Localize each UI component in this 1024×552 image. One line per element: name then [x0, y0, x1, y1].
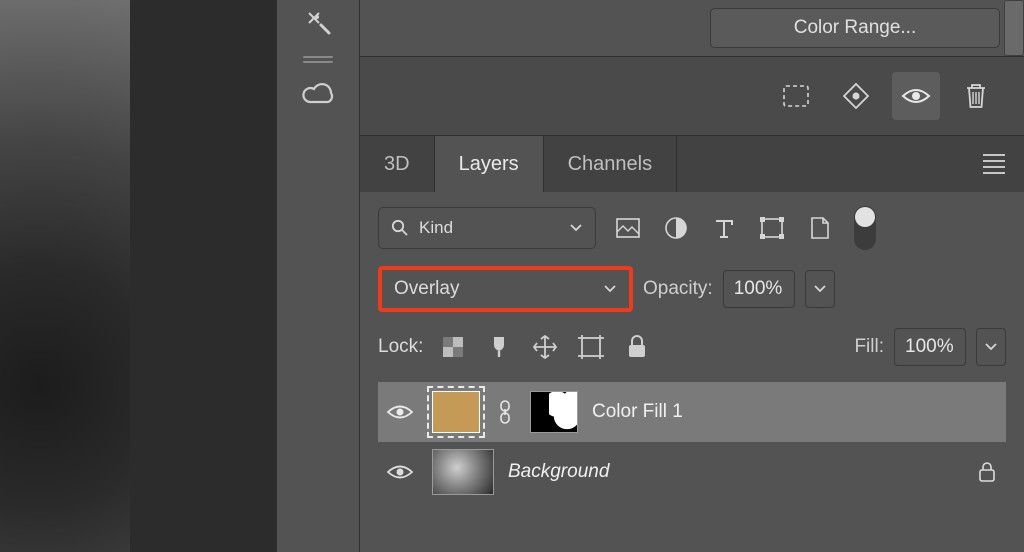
scrollbar-stub[interactable]	[1004, 0, 1024, 56]
layer-visibility-toggle[interactable]	[382, 403, 418, 421]
chevron-down-icon	[603, 284, 617, 294]
filter-pixel-icon[interactable]	[614, 214, 642, 242]
opacity-label: Opacity:	[643, 278, 713, 300]
marquee-selection-icon[interactable]	[772, 72, 820, 120]
panel-tabs: 3D Layers Channels	[360, 136, 1024, 192]
mask-diamond-icon[interactable]	[832, 72, 880, 120]
fill-value-input[interactable]: 100%	[894, 328, 966, 366]
fill-stepper[interactable]	[976, 328, 1006, 366]
right-panel-region: Color Range... 3D Layers Channels Kin	[360, 0, 1024, 552]
filter-smartobject-icon[interactable]	[806, 214, 834, 242]
lock-paint-icon[interactable]	[485, 333, 513, 361]
tab-layers[interactable]: Layers	[435, 136, 544, 192]
tab-3d-label: 3D	[384, 153, 410, 176]
layer-name[interactable]: Background	[508, 461, 609, 483]
lock-row: Lock: Fill: 1	[378, 328, 1006, 366]
link-mask-icon[interactable]	[494, 400, 516, 424]
tools-panel-icon[interactable]	[289, 2, 347, 42]
tab-3d[interactable]: 3D	[360, 136, 435, 192]
lock-icons	[439, 333, 651, 361]
layer-row-color-fill[interactable]: Color Fill 1	[378, 382, 1006, 442]
filter-kind-label: Kind	[419, 218, 453, 238]
filter-type-icon[interactable]	[710, 214, 738, 242]
panel-flyout-menu[interactable]	[974, 136, 1014, 192]
panel-grip[interactable]	[303, 52, 333, 66]
canvas-pasteboard	[130, 0, 276, 552]
tab-channels-label: Channels	[568, 153, 653, 176]
background-lock-icon[interactable]	[972, 461, 1002, 483]
lock-all-icon[interactable]	[623, 333, 651, 361]
chevron-down-icon	[569, 223, 583, 233]
tab-channels[interactable]: Channels	[544, 136, 678, 192]
color-range-label: Color Range...	[794, 17, 917, 39]
blend-mode-row: Overlay Opacity: 100%	[378, 266, 1006, 312]
opacity-value-input[interactable]: 100%	[723, 270, 795, 308]
visibility-eye-icon[interactable]	[892, 72, 940, 120]
lock-label: Lock:	[378, 336, 423, 358]
layer-row-background[interactable]: Background	[378, 442, 1006, 502]
filter-type-icons	[606, 206, 876, 250]
filter-kind-dropdown[interactable]: Kind	[378, 207, 596, 249]
lock-transparency-icon[interactable]	[439, 333, 467, 361]
canvas-image	[0, 0, 130, 552]
fill-thumbnail[interactable]	[432, 391, 480, 433]
tab-layers-label: Layers	[459, 153, 519, 176]
opacity-stepper[interactable]	[805, 270, 835, 308]
document-canvas	[0, 0, 276, 552]
layer-filter-row: Kind	[378, 206, 1006, 250]
color-range-button[interactable]: Color Range...	[710, 8, 1000, 48]
lock-artboard-icon[interactable]	[577, 333, 605, 361]
mask-icon-bar	[360, 56, 1024, 136]
opacity-value-text: 100%	[734, 278, 783, 300]
background-thumbnail[interactable]	[432, 449, 494, 495]
search-icon	[391, 219, 409, 237]
blend-mode-dropdown[interactable]: Overlay	[378, 266, 633, 312]
lock-position-icon[interactable]	[531, 333, 559, 361]
blend-mode-value: Overlay	[394, 278, 459, 300]
layer-list: Color Fill 1 Background	[378, 382, 1006, 502]
collapsed-panel-dock	[276, 0, 360, 552]
layer-mask-thumbnail[interactable]	[530, 391, 578, 433]
selection-options-pane: Color Range...	[360, 0, 1024, 56]
fill-value-text: 100%	[905, 336, 954, 358]
layer-visibility-toggle[interactable]	[382, 463, 418, 481]
filter-toggle[interactable]	[854, 206, 876, 250]
layers-panel-body: Kind	[360, 192, 1024, 552]
trash-icon[interactable]	[952, 72, 1000, 120]
filter-adjustment-icon[interactable]	[662, 214, 690, 242]
layer-name[interactable]: Color Fill 1	[592, 401, 683, 423]
fill-label: Fill:	[854, 336, 884, 358]
filter-shape-icon[interactable]	[758, 214, 786, 242]
creative-cloud-icon[interactable]	[289, 76, 347, 116]
